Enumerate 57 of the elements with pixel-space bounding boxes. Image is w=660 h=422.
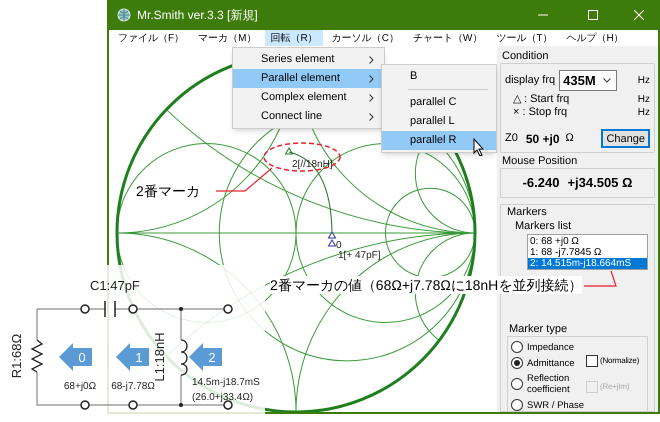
menu-item[interactable]: parallel L	[382, 112, 496, 131]
unit-label: Hz	[638, 106, 650, 119]
annotation-label: 2番マーカの値（68Ω+j7.78Ωに18nHを並列接続）	[270, 276, 582, 294]
menu-item[interactable]: マーカ（M）	[193, 30, 262, 46]
unit-label: Ω	[566, 131, 574, 146]
menu-item[interactable]: B	[382, 67, 496, 86]
z0-value: 50 +j0	[526, 130, 560, 148]
field-label: display frq	[505, 73, 556, 88]
option-label[interactable]: Reflection coefficient	[527, 373, 586, 395]
window-title: Mr.Smith ver.3.3 [新規]	[137, 7, 258, 24]
component-label: R1:68Ω	[9, 334, 24, 378]
list-item[interactable]: 0: 68 +j0 Ω	[528, 236, 647, 247]
menu-item[interactable]: カーソル（C）	[326, 30, 404, 46]
menu-item[interactable]: ヘルプ（H）	[561, 30, 629, 46]
menu-item[interactable]: parallel C	[382, 93, 496, 112]
mouse-position-value: -6.240	[522, 174, 560, 192]
menu-item[interactable]: 回転（R）	[265, 30, 323, 46]
impedance-value: 68+j0Ω	[64, 381, 96, 392]
port-arrow: 1	[116, 343, 149, 371]
marker-label: 1[+ 47pF]	[338, 250, 381, 261]
menu-item[interactable]: Connect line	[233, 107, 384, 126]
unit-label: Hz	[638, 74, 650, 88]
option-label[interactable]: Impedance	[527, 342, 574, 352]
menu-item[interactable]: Parallel element	[233, 69, 384, 88]
component-label: C1:47pF	[90, 278, 140, 293]
group-title: Markers	[507, 206, 548, 219]
port-arrow: 0	[59, 343, 92, 371]
annotation-label: 2番マーカ	[136, 182, 200, 200]
checkbox-label: (Re+jIm)	[600, 381, 630, 393]
unit-label: Hz	[638, 93, 650, 106]
menu-item[interactable]: チャート（W）	[408, 30, 488, 46]
stop-frq-label: × : Stop frq	[513, 106, 568, 119]
menu-item[interactable]: Complex element	[233, 88, 384, 107]
group-title: Condition	[501, 49, 550, 63]
option-label[interactable]: SWR / Phase	[527, 400, 584, 410]
menu-item[interactable]: ツール（T）	[491, 30, 558, 46]
port-arrow: 2	[189, 343, 222, 371]
frequency-combobox[interactable]: 435M	[559, 70, 618, 91]
change-button[interactable]: Change	[601, 129, 650, 148]
list-label: Markers list	[514, 219, 572, 233]
component-label: L1:18nH	[152, 332, 167, 382]
checkbox-label[interactable]: (Normalize)	[600, 355, 640, 367]
option-label[interactable]: Admittance	[527, 358, 575, 368]
group-title: Mouse Position	[501, 154, 578, 168]
menu-item[interactable]: parallel R	[382, 131, 496, 150]
list-item[interactable]: 1: 68 -j7.7845 Ω	[528, 247, 647, 258]
z0-label: Z0	[505, 131, 518, 146]
menu-item[interactable]: ファイル（F）	[113, 30, 190, 46]
impedance-value: 14.5m-j18.7mS	[192, 377, 260, 388]
list-item[interactable]: 2: 14.515m-j18.664mS	[528, 258, 647, 269]
marker-label: 0	[336, 240, 342, 251]
mouse-position-value: +j34.505 Ω	[567, 174, 632, 192]
impedance-value: 68-j7.78Ω	[111, 381, 155, 392]
start-frq-label: △ : Start frq	[513, 93, 570, 106]
group-title: Marker type	[508, 323, 568, 336]
menu-item[interactable]: Series element	[233, 50, 384, 69]
impedance-value: (26.0+j33.4Ω)	[192, 392, 254, 403]
